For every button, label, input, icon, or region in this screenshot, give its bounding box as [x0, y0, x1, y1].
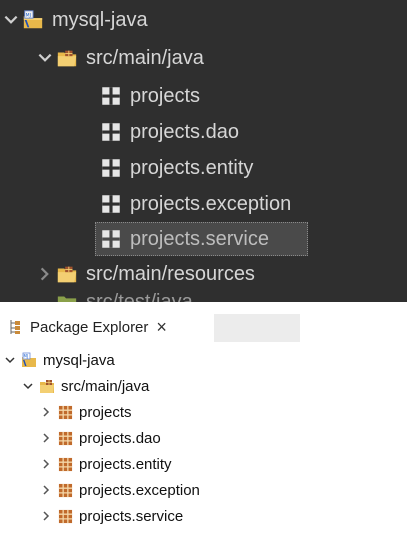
package-label: projects	[79, 403, 132, 421]
chevron-down-icon[interactable]	[2, 352, 18, 368]
package-icon	[57, 482, 73, 498]
tree-item-project[interactable]: MJ mysql-java	[2, 347, 115, 373]
tree-item-package[interactable]: projects.entity	[38, 451, 172, 477]
tree-item-package[interactable]: projects.exception	[38, 477, 200, 503]
zoomed-dark-explorer: MJ mysql-java src/main/java projects pro…	[0, 0, 415, 302]
chevron-down-icon[interactable]	[20, 378, 36, 394]
source-folder-icon	[56, 47, 78, 69]
tree-item-package[interactable]: projects.dao	[100, 114, 239, 150]
tree-item-package[interactable]: projects	[100, 78, 200, 114]
tree-item-package[interactable]: projects.dao	[38, 425, 161, 451]
tree-item-source-folder[interactable]: src/main/java	[34, 40, 204, 76]
package-icon	[100, 157, 122, 179]
resources-folder-label: src/main/resources	[86, 262, 255, 285]
package-explorer-view: Package Explorer × MJ mysql-java src/mai…	[0, 302, 415, 559]
tab-package-explorer[interactable]: Package Explorer ×	[0, 312, 175, 342]
source-folder-icon	[56, 292, 78, 302]
chevron-right-icon[interactable]	[38, 404, 54, 420]
package-label: projects.exception	[79, 481, 200, 499]
package-icon	[57, 456, 73, 472]
tab-area-blank	[214, 314, 300, 342]
package-label: projects.service	[130, 227, 269, 250]
svg-text:MJ: MJ	[26, 12, 31, 18]
tree-item-package[interactable]: projects.service	[38, 503, 183, 529]
package-icon	[57, 508, 73, 524]
source-folder-label: src/main/java	[86, 46, 204, 69]
tree-item-package[interactable]: projects.entity	[100, 150, 253, 186]
java-project-icon: MJ	[21, 352, 37, 368]
source-folder-icon	[56, 263, 78, 285]
package-label: projects	[130, 84, 201, 107]
chevron-down-icon[interactable]	[34, 47, 56, 69]
tree-item-source-folder[interactable]: src/main/java	[20, 373, 149, 399]
tree-item-project[interactable]: MJ mysql-java	[0, 2, 148, 38]
package-label: projects.dao	[130, 120, 239, 143]
package-label: projects.entity	[130, 156, 254, 179]
view-tab-bar: Package Explorer ×	[0, 312, 175, 342]
package-icon	[100, 85, 122, 107]
close-icon[interactable]: ×	[156, 318, 167, 336]
package-icon	[100, 193, 122, 215]
chevron-right-icon[interactable]	[38, 508, 54, 524]
chevron-right-icon[interactable]	[38, 430, 54, 446]
svg-text:MJ: MJ	[24, 354, 29, 359]
source-folder-icon	[39, 378, 55, 394]
project-label: mysql-java	[43, 351, 115, 369]
package-label: projects.dao	[79, 429, 161, 447]
panel-edge	[407, 0, 415, 302]
tree-item-package[interactable]: projects.exception	[100, 186, 291, 222]
tab-title: Package Explorer	[30, 318, 149, 336]
source-folder-label: src/main/java	[61, 377, 150, 395]
project-label: mysql-java	[52, 8, 148, 31]
package-explorer-icon	[8, 319, 24, 335]
test-folder-label: src/test/java	[86, 292, 193, 302]
chevron-down-icon[interactable]	[0, 9, 22, 31]
tree-item-package-selected[interactable]: projects.service	[100, 221, 269, 257]
java-project-icon: MJ	[22, 9, 44, 31]
package-label: projects.exception	[130, 192, 292, 215]
tree-item-resources-folder[interactable]: src/main/resources	[34, 256, 255, 292]
chevron-right-icon[interactable]	[34, 263, 56, 285]
chevron-right-icon[interactable]	[38, 482, 54, 498]
package-icon	[57, 430, 73, 446]
package-icon	[100, 228, 122, 250]
tree-item-test-folder-partial[interactable]: src/test/java	[56, 292, 193, 302]
package-label: projects.service	[79, 507, 184, 525]
tree-item-package[interactable]: projects	[38, 399, 132, 425]
package-icon	[57, 404, 73, 420]
package-label: projects.entity	[79, 455, 172, 473]
package-icon	[100, 121, 122, 143]
chevron-right-icon[interactable]	[38, 456, 54, 472]
